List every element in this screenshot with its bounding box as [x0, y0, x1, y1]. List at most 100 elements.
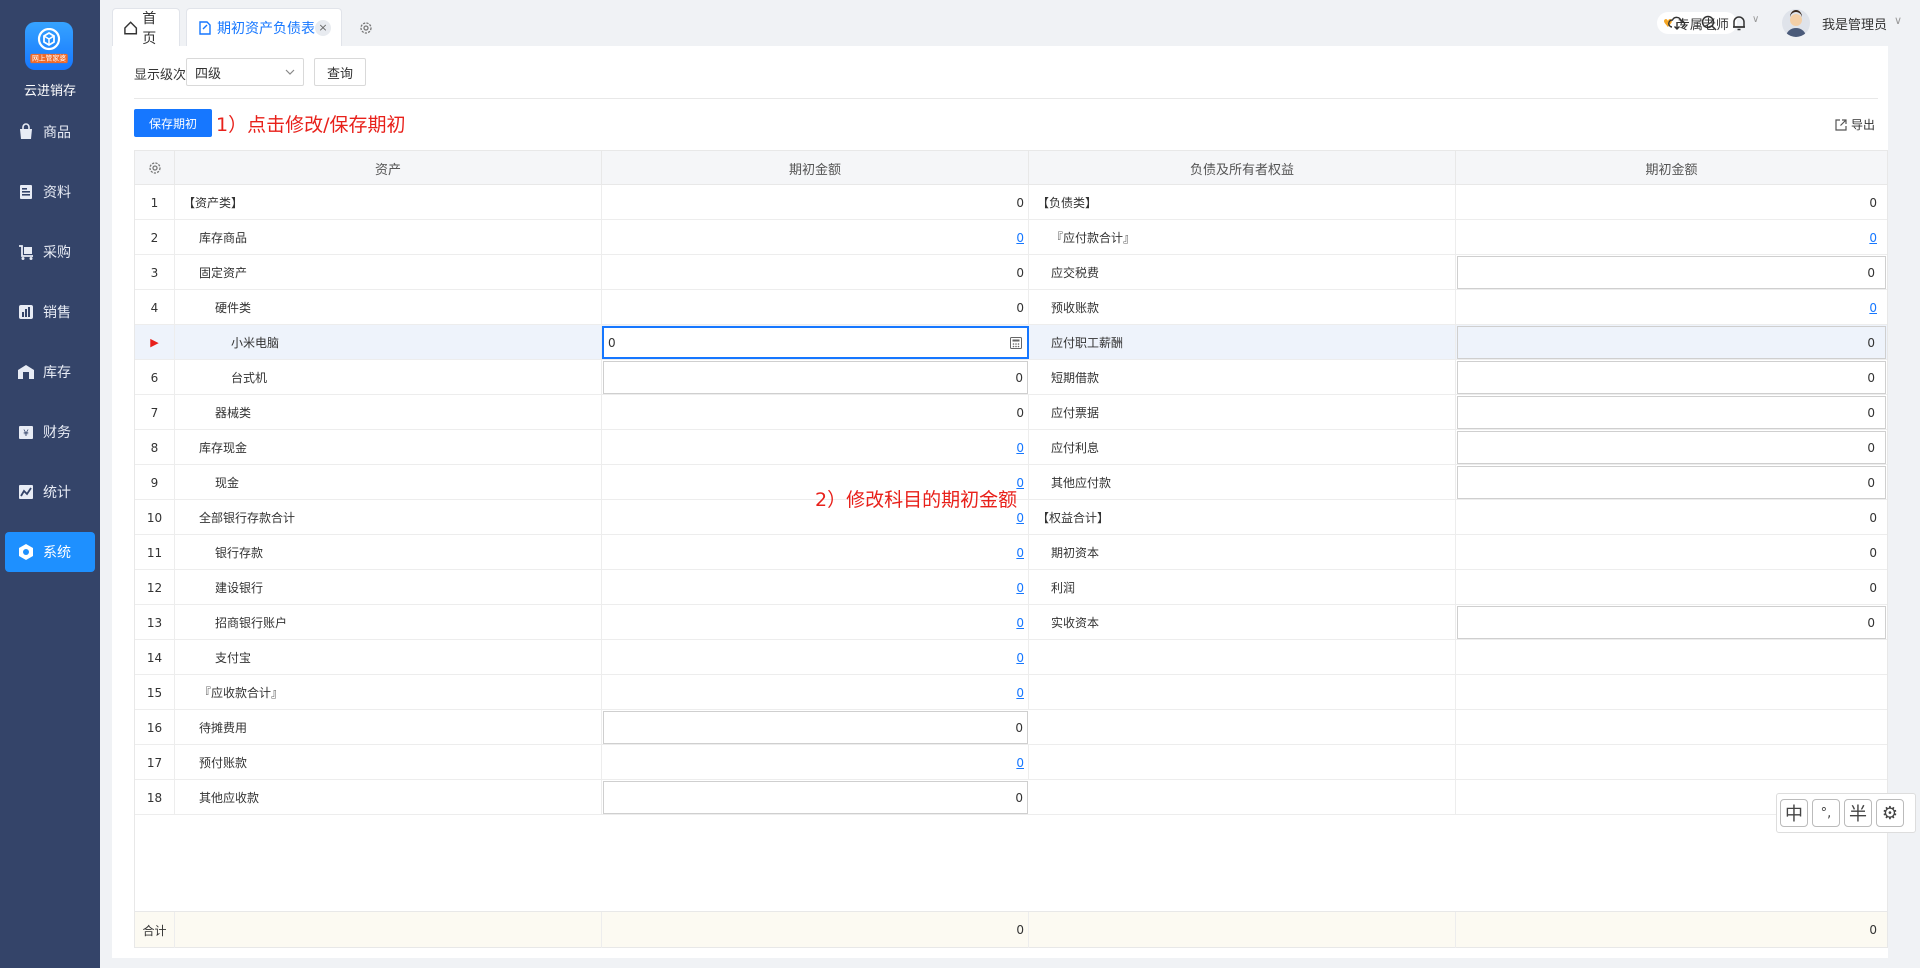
- close-icon[interactable]: ×: [315, 19, 331, 36]
- liability-name: 短期借款: [1029, 360, 1456, 395]
- asset-amount[interactable]: 0: [602, 535, 1029, 570]
- asset-amount-value: 0: [1016, 300, 1024, 315]
- asset-amount-link[interactable]: 0: [1016, 511, 1024, 525]
- liability-amount-link[interactable]: 0: [1869, 301, 1877, 315]
- sidebar-item-purchase[interactable]: 采购: [5, 232, 95, 272]
- table-row[interactable]: 17 预付账款 0: [135, 745, 1887, 780]
- document-edit-icon: [199, 20, 211, 35]
- sidebar-item-label: 财务: [43, 425, 71, 441]
- footer-label: 合计: [135, 912, 175, 948]
- asset-name: 现金: [175, 465, 602, 500]
- asset-amount-link[interactable]: 0: [1016, 616, 1024, 630]
- row-number: 12: [135, 570, 175, 605]
- export-button[interactable]: 导出: [1834, 116, 1875, 133]
- asset-amount-link[interactable]: 0: [1016, 231, 1024, 245]
- sidebar-item-finance[interactable]: ¥ 财务: [5, 412, 95, 452]
- liability-amount[interactable]: 0: [1456, 220, 1887, 255]
- liability-amount-value: 0: [1867, 615, 1875, 630]
- liability-amount-link[interactable]: 0: [1869, 231, 1877, 245]
- tab-settings-gear-icon[interactable]: [358, 20, 374, 36]
- search-icon[interactable]: [1700, 14, 1718, 32]
- table-row[interactable]: 6 台式机 0 短期借款 0: [135, 360, 1887, 395]
- save-opening-button[interactable]: 保存期初: [134, 109, 212, 137]
- cloud-download-icon[interactable]: [1668, 14, 1686, 32]
- asset-amount[interactable]: 0: [602, 605, 1029, 640]
- liability-amount-input[interactable]: 0: [1457, 256, 1886, 289]
- asset-amount-link[interactable]: 0: [1016, 581, 1024, 595]
- asset-amount[interactable]: 0: [602, 675, 1029, 710]
- table-row[interactable]: 15 『应收款合计』 0: [135, 675, 1887, 710]
- sidebar-item-label: 商品: [43, 125, 71, 141]
- asset-amount-link[interactable]: 0: [1016, 686, 1024, 700]
- asset-amount-input[interactable]: 0: [603, 781, 1028, 814]
- user-dropdown-chevron-icon[interactable]: ∨: [1894, 14, 1902, 27]
- asset-amount-value: 0: [1015, 720, 1023, 735]
- row-number: 7: [135, 395, 175, 430]
- asset-amount-input[interactable]: 0: [603, 361, 1028, 394]
- table-row[interactable]: 11 银行存款 0 期初资本 0: [135, 535, 1887, 570]
- sidebar-item-statistics[interactable]: 统计: [5, 472, 95, 512]
- asset-amount-link[interactable]: 0: [1016, 441, 1024, 455]
- table-row[interactable]: 2 库存商品 0 『应付款合计』 0: [135, 220, 1887, 255]
- table-row[interactable]: 4 硬件类 0 预收账款 0: [135, 290, 1887, 325]
- sidebar-item-label: 采购: [43, 245, 71, 261]
- asset-amount-input-value: 0: [608, 335, 616, 350]
- top-bar: 首页 期初资产负债表 × ♥ 专属老师 ∨ 我是管理员 ∨: [100, 0, 1920, 47]
- liability-amount-value: 0: [1867, 265, 1875, 280]
- liability-amount-input[interactable]: 0: [1457, 396, 1886, 429]
- footer-asset-blank: [175, 912, 602, 948]
- table-row[interactable]: 8 库存现金 0 应付利息 0: [135, 430, 1887, 465]
- tab-home[interactable]: 首页: [112, 8, 180, 47]
- tab-opening-balance-sheet[interactable]: 期初资产负债表 ×: [186, 8, 342, 46]
- asset-amount[interactable]: 0: [602, 745, 1029, 780]
- user-name[interactable]: 我是管理员: [1822, 14, 1887, 33]
- asset-amount-link[interactable]: 0: [1016, 546, 1024, 560]
- asset-amount-link[interactable]: 0: [1016, 756, 1024, 770]
- sidebar-item-inventory[interactable]: 库存: [5, 352, 95, 392]
- table-row[interactable]: 14 支付宝 0: [135, 640, 1887, 675]
- table-row[interactable]: 1 【资产类】 0 【负债类】 0: [135, 185, 1887, 220]
- asset-amount[interactable]: 0: [602, 220, 1029, 255]
- calculator-icon[interactable]: [1009, 336, 1023, 350]
- sidebar-item-goods[interactable]: 商品: [5, 112, 95, 152]
- table-row[interactable]: 7 器械类 0 应付票据 0: [135, 395, 1887, 430]
- liability-amount[interactable]: 0: [1456, 290, 1887, 325]
- asset-amount-input[interactable]: 0: [603, 711, 1028, 744]
- liability-amount-input[interactable]: 0: [1457, 431, 1886, 464]
- table-row[interactable]: 16 待摊费用 0: [135, 710, 1887, 745]
- table-row[interactable]: 3 固定资产 0 应交税费 0: [135, 255, 1887, 290]
- liability-amount-input[interactable]: 0: [1457, 466, 1886, 499]
- column-settings-gear-cell[interactable]: [135, 151, 175, 185]
- liability-amount-input[interactable]: 0: [1457, 361, 1886, 394]
- bell-dropdown-chevron-icon[interactable]: ∨: [1752, 14, 1759, 25]
- ime-punctuation-button[interactable]: °,: [1812, 799, 1840, 827]
- asset-amount[interactable]: 0: [602, 430, 1029, 465]
- table-row[interactable]: 13 招商银行账户 0 实收资本 0: [135, 605, 1887, 640]
- sidebar-item-data[interactable]: 资料: [5, 172, 95, 212]
- liability-amount-input[interactable]: 0: [1457, 606, 1886, 639]
- asset-amount-value: 0: [1015, 790, 1023, 805]
- ime-toolbar: 中 °, 半 ⚙: [1776, 793, 1916, 833]
- ime-chinese-mode-button[interactable]: 中: [1780, 799, 1808, 827]
- bell-icon[interactable]: [1730, 14, 1748, 32]
- table-row[interactable]: 12 建设银行 0 利润 0: [135, 570, 1887, 605]
- query-button[interactable]: 查询: [314, 58, 366, 86]
- footer-asset-total: 0: [602, 912, 1029, 948]
- app-logo[interactable]: 网上管家婆: [25, 22, 73, 70]
- liability-amount-value: 0: [1867, 440, 1875, 455]
- asset-amount-link[interactable]: 0: [1016, 651, 1024, 665]
- ime-settings-gear-icon[interactable]: ⚙: [1876, 799, 1904, 827]
- asset-amount-link[interactable]: 0: [1016, 476, 1024, 490]
- liability-amount-input[interactable]: 0: [1457, 326, 1886, 359]
- table-row[interactable]: ▶ 小米电脑 0 应付职工薪酬 0: [135, 325, 1887, 360]
- logo-cube-icon: [37, 28, 61, 51]
- avatar[interactable]: [1782, 9, 1810, 37]
- asset-amount[interactable]: 0: [602, 640, 1029, 675]
- level-select[interactable]: 四级: [186, 58, 304, 86]
- asset-amount[interactable]: 0: [602, 570, 1029, 605]
- asset-amount-input-editing[interactable]: 0: [602, 326, 1029, 359]
- table-row[interactable]: 18 其他应收款 0: [135, 780, 1887, 815]
- sidebar-item-sales[interactable]: 销售: [5, 292, 95, 332]
- sidebar-item-system[interactable]: 系统: [5, 532, 95, 572]
- ime-half-width-button[interactable]: 半: [1844, 799, 1872, 827]
